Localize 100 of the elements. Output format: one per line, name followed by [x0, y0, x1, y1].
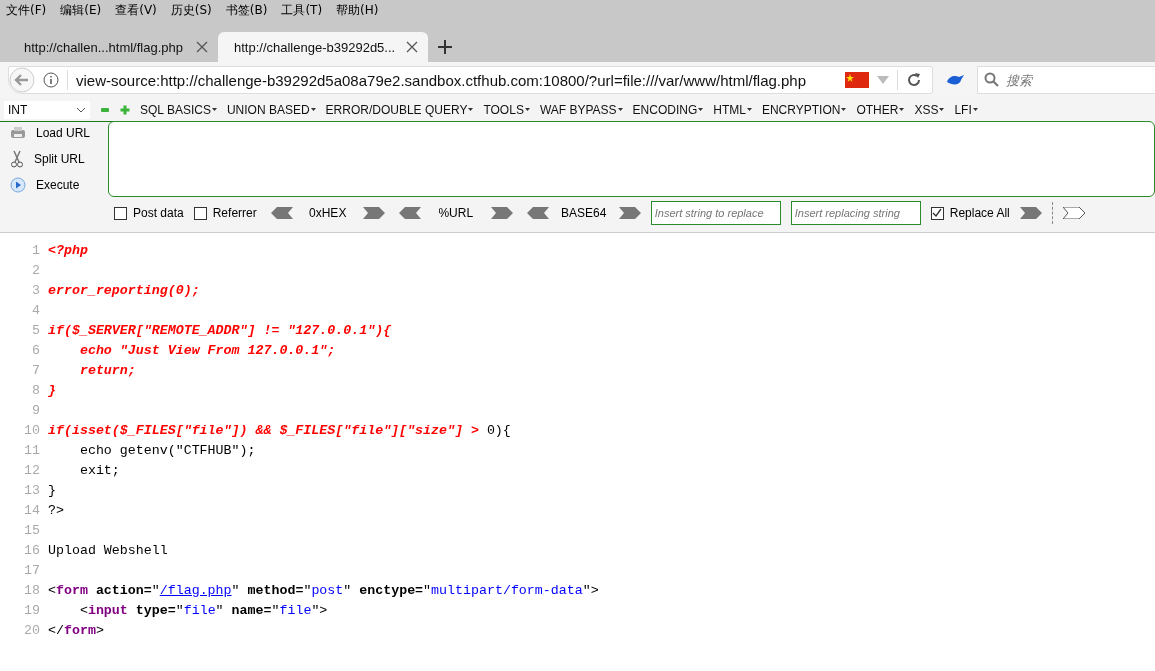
code-text: < [48, 582, 56, 598]
replace-field[interactable]: Insert string to replace [650, 201, 781, 225]
url-input[interactable] [108, 121, 1155, 197]
caret-icon [617, 108, 623, 111]
browser-tab[interactable]: http://challen...html/flag.php [8, 32, 218, 62]
back-icon[interactable] [9, 67, 35, 93]
code-text: " [343, 582, 353, 598]
close-icon[interactable] [196, 41, 208, 53]
encoder-label: 0xHEX [308, 206, 348, 220]
play-icon [10, 177, 26, 193]
action-button[interactable]: Split URL [10, 149, 108, 169]
line-number: 1 [31, 242, 41, 258]
toolbar-menu[interactable]: WAF BYPASS [539, 102, 623, 117]
line-number: 5 [31, 322, 41, 338]
toolbar-menu[interactable]: ENCRYPTION [761, 102, 847, 117]
right-arrow-icon[interactable] [490, 207, 513, 219]
code-text: > [95, 622, 104, 638]
code-text: <?php [48, 242, 88, 258]
code-text: " [423, 582, 432, 598]
attribute-name: name= [231, 602, 272, 618]
line-number: 20 [23, 622, 41, 638]
caret-icon [746, 108, 752, 111]
type-select[interactable]: INT [4, 100, 90, 119]
code-text: } [48, 382, 56, 398]
search-icon [984, 72, 1000, 88]
replace-field[interactable]: Insert replacing string [790, 201, 921, 225]
code-text: " [231, 582, 241, 598]
attribute-name: type= [134, 602, 176, 618]
menu-item[interactable]: 工具(T) [281, 1, 323, 19]
chevron-icon [76, 106, 86, 113]
search-field[interactable]: 搜索 [977, 66, 1155, 94]
toolbar-menu[interactable]: TOOLS [483, 102, 530, 117]
left-arrow-icon[interactable] [398, 207, 421, 219]
scissors-icon [10, 150, 24, 168]
attribute-value: post [311, 582, 344, 598]
toolbar-menu[interactable]: XSS [914, 102, 945, 117]
toolbar-menu[interactable]: SQL BASICS [140, 102, 217, 117]
left-arrow-icon[interactable] [526, 207, 549, 219]
tag-name: input [87, 602, 128, 618]
line-number: 6 [31, 342, 41, 358]
url-text: view-source:http://challenge-b39292d5a08a79e2.sandbox.ctfhub.com:10800/?url=file:///var/www/html/flag.php [76, 71, 808, 89]
plus-icon[interactable] [438, 40, 452, 54]
line-number: 13 [23, 482, 41, 498]
code-text: ?> [48, 502, 64, 518]
code-text: exit; [78, 462, 120, 478]
line-number: 18 [23, 582, 41, 598]
browser-tab[interactable]: http://challenge-b39292d5... [218, 32, 428, 62]
action-button[interactable]: Execute [10, 175, 108, 195]
tag-name: form [63, 622, 96, 638]
source-link[interactable]: /flag.php [159, 582, 232, 598]
checkbox[interactable]: Post data [114, 206, 184, 220]
line-number: 2 [31, 262, 41, 278]
reload-icon[interactable] [906, 72, 922, 88]
code-text: </ [48, 622, 64, 638]
toolbar-menu[interactable]: ERROR/DOUBLE QUERY [325, 102, 474, 117]
line-number: 7 [31, 362, 41, 378]
menu-item[interactable]: 历史(S) [170, 1, 212, 19]
toolbar-menu[interactable]: OTHER [856, 102, 905, 117]
caret-icon [211, 108, 217, 111]
menu-item[interactable]: 文件(F) [6, 1, 47, 19]
info-icon[interactable] [43, 72, 59, 88]
toolbar-menu[interactable]: LFI [954, 102, 978, 117]
attribute-name: enctype= [359, 582, 424, 598]
code-text: "> [582, 582, 599, 598]
right-arrow-icon[interactable] [362, 207, 385, 219]
line-number: 17 [23, 562, 41, 578]
right-arrow-icon[interactable] [618, 207, 641, 219]
caret-icon [939, 108, 945, 111]
line-number: 10 [23, 422, 41, 438]
encoder-label: BASE64 [560, 206, 608, 220]
code-text: 0){ [486, 422, 511, 438]
line-number: 3 [31, 282, 41, 298]
line-number: 14 [23, 502, 41, 518]
caret-icon [698, 108, 704, 111]
action-button[interactable]: Load URL [10, 123, 108, 143]
line-number: 12 [23, 462, 41, 478]
code-text: return; [78, 362, 136, 378]
menu-item[interactable]: 帮助(H) [336, 1, 379, 19]
menu-item[interactable]: 查看(V) [115, 1, 157, 19]
flag-icon [845, 72, 869, 88]
code-text: echo "Just View From 127.0.0.1"; [78, 342, 336, 358]
checkbox[interactable]: Replace All [930, 206, 1010, 220]
tag-name: form [56, 582, 88, 598]
toolbar-menu[interactable]: UNION BASED [226, 102, 316, 117]
left-arrow-icon[interactable] [270, 207, 293, 219]
right-arrow-icon[interactable] [1062, 207, 1085, 219]
right-arrow-icon[interactable] [1019, 207, 1042, 219]
code-text: < [78, 602, 88, 618]
toolbar-menu[interactable]: ENCODING [632, 102, 704, 117]
line-number: 11 [23, 442, 41, 458]
caret-icon [841, 108, 847, 111]
code-text: Upload Webshell [48, 542, 168, 558]
checkbox[interactable]: Referrer [193, 206, 257, 220]
encoder-label: %URL [437, 206, 475, 220]
address-bar[interactable]: view-source:http://challenge-b39292d5a08a79e2.sandbox.ctfhub.com:10800/?url=file:///var/www/html/flag.php [8, 66, 933, 94]
menu-item[interactable]: 书签(B) [225, 1, 268, 19]
toolbar-menu[interactable]: HTML [713, 102, 752, 117]
menu-item[interactable]: 编辑(E) [60, 1, 102, 19]
close-icon[interactable] [406, 41, 418, 53]
line-number: 16 [23, 542, 41, 558]
